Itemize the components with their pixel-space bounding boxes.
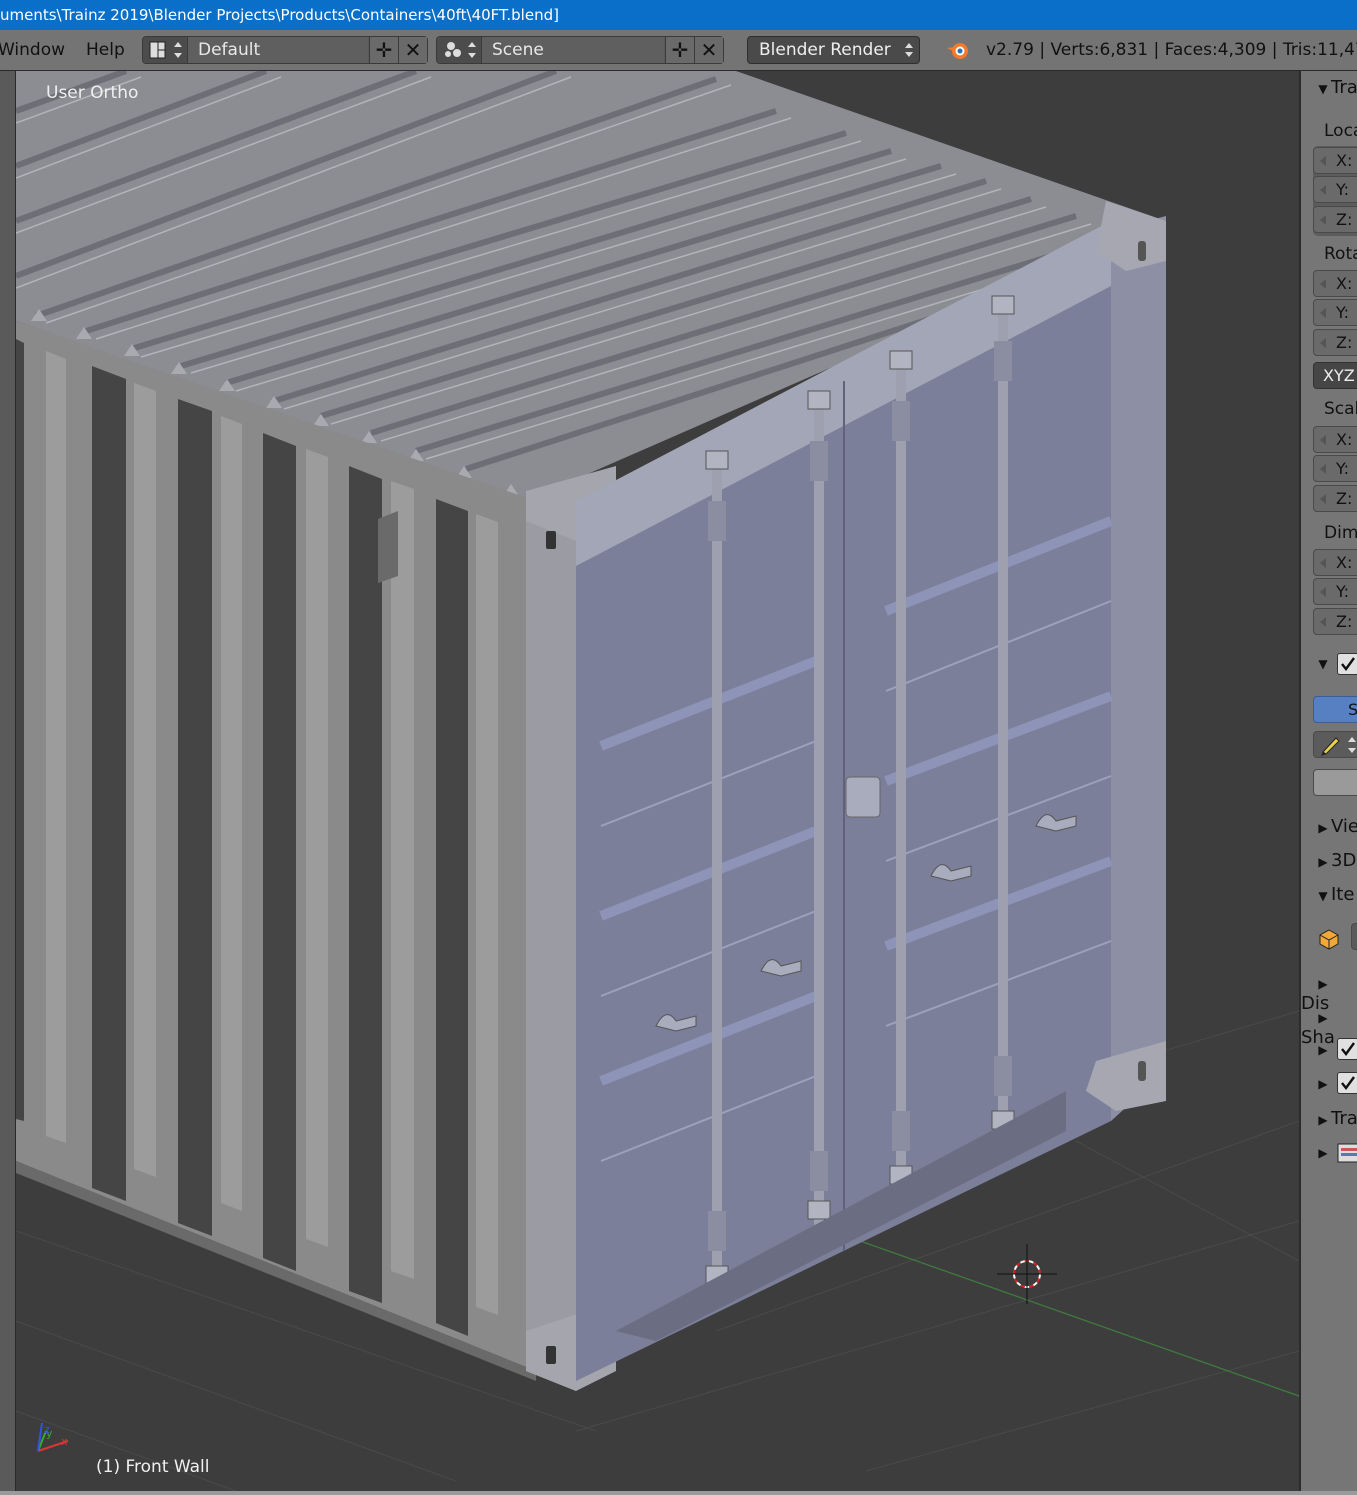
panel-motion-tracking-header[interactable]: ▶	[1301, 1038, 1357, 1064]
view-label: User Ortho	[46, 83, 139, 103]
panel-transform-orientations-header[interactable]: ▶ Tra	[1301, 1108, 1357, 1129]
scene-selector[interactable]: Scene ✛ ✕	[436, 36, 724, 64]
scene-name[interactable]: Scene	[482, 37, 664, 63]
rotation-x-field[interactable]: X:	[1313, 270, 1357, 297]
axis-x-label: x	[61, 1435, 68, 1448]
properties-region: ▼Tra Loca X: Y: Z: Rota X: Y: Z: XYZ Sca…	[1299, 71, 1357, 1491]
window-titlebar: uments\Trainz 2019\Blender Projects\Prod…	[0, 0, 1357, 30]
scale-x-field[interactable]: X:	[1313, 426, 1357, 453]
scale-label: Scal	[1324, 399, 1357, 419]
scale-y-field[interactable]: Y:	[1313, 455, 1357, 482]
rotation-label: Rota	[1324, 244, 1357, 264]
delete-screen-icon[interactable]: ✕	[398, 37, 427, 63]
x-axis-line	[845, 1235, 1299, 1397]
rotation-mode-select[interactable]: XYZ	[1313, 362, 1357, 389]
screen-layout-selector[interactable]: Default ✛ ✕	[142, 36, 428, 64]
bottom-timeline-edge	[0, 1491, 1357, 1495]
panel-view-header[interactable]: ▶ Vie	[1301, 816, 1357, 837]
checkbox-checked-icon[interactable]	[1337, 653, 1357, 675]
screen-layout-name[interactable]: Default	[188, 37, 368, 63]
screen-layout-icon[interactable]	[143, 37, 188, 63]
blender-logo-icon	[947, 43, 968, 59]
axis-gizmo-icon: y z x	[37, 1422, 69, 1452]
dimensions-x-field[interactable]: X:	[1313, 549, 1357, 576]
checkbox-checked-icon[interactable]	[1337, 1072, 1357, 1094]
info-header: Window Help Default ✛ ✕ Scene ✛ ✕ Blende…	[0, 30, 1357, 71]
render-engine-select[interactable]: Blender Render	[747, 36, 920, 64]
dimensions-label: Dime	[1324, 523, 1357, 543]
3d-cursor-icon[interactable]	[997, 1244, 1057, 1304]
empty-field[interactable]	[1313, 769, 1357, 796]
object-name-field[interactable]	[1351, 923, 1357, 950]
location-label: Loca	[1324, 121, 1357, 141]
delete-scene-icon[interactable]: ✕	[694, 37, 723, 63]
menu-help[interactable]: Help	[86, 40, 125, 60]
add-screen-icon[interactable]: ✛	[369, 37, 398, 63]
3d-viewport[interactable]: y z x User Ortho (1) Front Wall	[16, 71, 1299, 1491]
panel-image-header[interactable]: ▶	[1301, 1142, 1357, 1166]
scene-icon[interactable]	[437, 37, 482, 63]
panel-transform-header[interactable]: ▼ Tra	[1301, 77, 1357, 98]
rotation-z-field[interactable]: Z:	[1313, 329, 1357, 356]
pencil-tool-select[interactable]	[1313, 731, 1357, 758]
dimensions-z-field[interactable]: Z:	[1313, 608, 1357, 635]
add-scene-icon[interactable]: ✛	[665, 37, 694, 63]
dimensions-y-field[interactable]: Y:	[1313, 578, 1357, 605]
window-title: uments\Trainz 2019\Blender Projects\Prod…	[0, 6, 559, 24]
location-y-field[interactable]: Y:	[1313, 176, 1357, 203]
checkbox-checked-icon[interactable]	[1337, 1038, 1357, 1060]
menu-window[interactable]: Window	[0, 40, 65, 60]
corner-post	[526, 486, 576, 1391]
panel-item-header[interactable]: ▼ Ite	[1301, 884, 1357, 905]
tool-shelf-collapsed[interactable]	[0, 71, 16, 1491]
scene-stats: v2.79 | Verts:6,831 | Faces:4,309 | Tris…	[986, 40, 1357, 60]
axis-z-label: z	[44, 1423, 50, 1436]
image-icon	[1337, 1143, 1357, 1163]
updown-arrow-icon	[905, 43, 913, 57]
location-x-field[interactable]: X:	[1313, 147, 1357, 174]
container-model[interactable]: y z x	[16, 71, 1299, 1491]
panel-3d-cursor-header[interactable]: ▶ 3D	[1301, 850, 1357, 871]
render-engine-label: Blender Render	[759, 40, 891, 60]
grease-pencil-panel-header[interactable]: ▼	[1301, 653, 1357, 679]
scale-z-field[interactable]: Z:	[1313, 485, 1357, 512]
panel-background-images-header[interactable]: ▶	[1301, 1072, 1357, 1098]
grease-pencil-new-button[interactable]: S	[1313, 696, 1357, 723]
rotation-y-field[interactable]: Y:	[1313, 299, 1357, 326]
pencil-icon	[1321, 737, 1356, 756]
location-z-field[interactable]: Z:	[1313, 206, 1357, 233]
object-cube-icon	[1319, 929, 1339, 950]
active-object-label: (1) Front Wall	[96, 1457, 210, 1477]
